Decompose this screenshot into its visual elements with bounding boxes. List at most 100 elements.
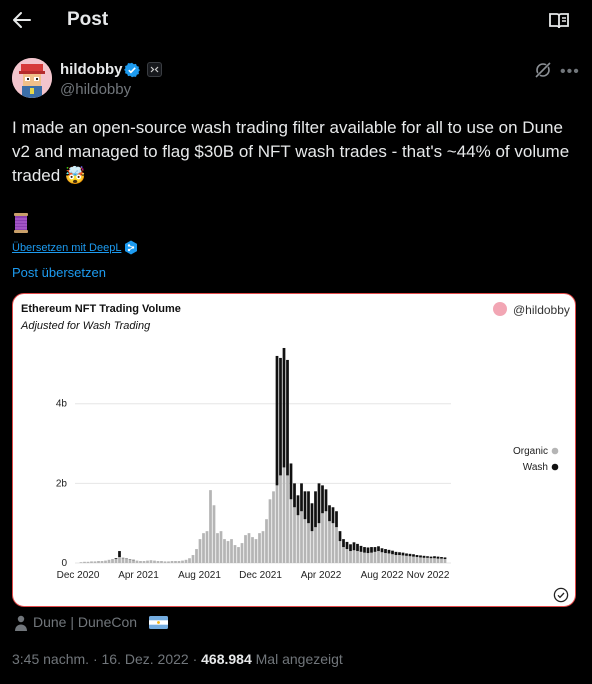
- bar-organic: [237, 547, 240, 563]
- bar-organic: [146, 560, 149, 563]
- bar-wash: [356, 543, 359, 552]
- y-tick-label: 2b: [56, 478, 68, 489]
- grok-icon[interactable]: [534, 61, 552, 79]
- reader-mode-icon[interactable]: [548, 11, 570, 31]
- bar-wash: [408, 553, 412, 557]
- bar-organic: [279, 475, 282, 563]
- bar-organic: [321, 513, 324, 563]
- bar-wash: [352, 542, 356, 551]
- bar-wash: [328, 505, 331, 522]
- bar-wash: [405, 553, 408, 556]
- bar-wash: [307, 491, 310, 524]
- bar-wash: [391, 550, 394, 555]
- bar-organic: [296, 515, 300, 563]
- bar-organic: [331, 523, 335, 563]
- bar-organic: [244, 535, 247, 563]
- bar-organic: [286, 475, 289, 563]
- bar-wash: [377, 546, 380, 552]
- bar-organic: [86, 561, 90, 563]
- bar-organic: [79, 562, 83, 563]
- bar-organic: [275, 485, 279, 563]
- translate-post-link[interactable]: Post übersetzen: [12, 265, 106, 280]
- views-label: Mal angezeigt: [255, 651, 343, 667]
- bar-wash: [443, 557, 447, 560]
- bar-wash: [275, 355, 279, 486]
- post-date: 16. Dez. 2022: [101, 651, 189, 667]
- more-options-icon[interactable]: •••: [560, 63, 580, 81]
- bar-organic: [324, 511, 328, 563]
- verified-badge-icon[interactable]: [124, 62, 140, 78]
- x-tick-label: Aug 2022: [361, 570, 404, 581]
- bar-organic: [156, 561, 160, 563]
- bar-organic: [443, 559, 447, 563]
- bar-organic: [205, 531, 209, 563]
- author-name[interactable]: hildobby: [60, 61, 123, 78]
- x-tick-label: Dec 2021: [239, 570, 282, 581]
- y-tick-label: 0: [61, 558, 67, 569]
- bar-wash: [419, 555, 422, 558]
- x-tick-label: Aug 2021: [178, 570, 221, 581]
- author-handle[interactable]: @hildobby: [60, 81, 131, 98]
- bar-organic: [195, 549, 198, 563]
- bar-wash: [401, 552, 405, 556]
- bar-wash: [279, 357, 282, 476]
- bar-organic: [419, 557, 422, 563]
- deepl-translate-link[interactable]: Übersetzen mit DeepL: [12, 242, 121, 254]
- bar-organic: [132, 560, 135, 563]
- bar-organic: [107, 559, 111, 563]
- bar-organic: [345, 549, 349, 563]
- bar-organic: [128, 559, 132, 563]
- chart-image-card[interactable]: Ethereum NFT Trading Volume Adjusted for…: [12, 293, 576, 607]
- bar-wash: [440, 557, 443, 559]
- bar-organic: [125, 559, 128, 563]
- y-tick-label: 4b: [56, 399, 68, 410]
- bar-organic: [90, 561, 93, 563]
- bar-wash: [338, 531, 342, 542]
- top-bar: Post: [0, 0, 592, 42]
- bar-wash: [289, 463, 293, 500]
- bar-wash: [366, 547, 370, 554]
- bar-organic: [97, 561, 100, 563]
- legend-label: Wash: [523, 462, 548, 473]
- bar-organic: [142, 561, 146, 563]
- bar-wash: [415, 555, 419, 558]
- bar-organic: [394, 555, 398, 563]
- post-time: 3:45 nachm.: [12, 651, 90, 667]
- bar-organic: [233, 545, 237, 563]
- bar-organic: [352, 550, 356, 563]
- avatar-pixel-art-icon: [12, 58, 52, 98]
- bar-organic: [230, 539, 233, 563]
- x-tick-label: Nov 2022: [407, 570, 450, 581]
- bar-organic: [104, 560, 107, 563]
- bar-wash: [335, 511, 338, 528]
- affiliate-badge-icon[interactable]: [147, 62, 162, 77]
- legend-marker: [551, 463, 559, 471]
- x-tick-label: Apr 2022: [301, 570, 342, 581]
- bar-wash: [394, 551, 398, 556]
- bar-wash: [303, 491, 307, 520]
- bar-organic: [293, 507, 296, 563]
- bar-wash: [324, 489, 328, 512]
- bar-organic: [303, 519, 307, 563]
- bar-organic: [429, 558, 433, 563]
- view-count: 468.984: [201, 651, 252, 667]
- bar-organic: [391, 554, 394, 563]
- bar-organic: [282, 467, 286, 563]
- bar-organic: [370, 552, 373, 563]
- bar-organic: [363, 552, 366, 563]
- bar-organic: [265, 519, 268, 563]
- legend-label: Organic: [513, 446, 548, 457]
- avatar[interactable]: [12, 58, 52, 98]
- bar-organic: [198, 539, 202, 563]
- thread-spool-icon: [14, 213, 28, 233]
- bar-wash: [429, 556, 433, 559]
- bar-organic: [247, 533, 251, 563]
- x-tick-label: Apr 2021: [118, 570, 159, 581]
- bar-organic: [254, 539, 258, 563]
- back-arrow-icon[interactable]: [12, 10, 32, 30]
- argentina-flag-icon: [149, 616, 168, 629]
- bar-wash: [342, 539, 345, 548]
- bar-wash: [296, 495, 300, 516]
- deepl-icon[interactable]: [124, 240, 138, 255]
- x-tick-label: Dec 2020: [57, 570, 100, 581]
